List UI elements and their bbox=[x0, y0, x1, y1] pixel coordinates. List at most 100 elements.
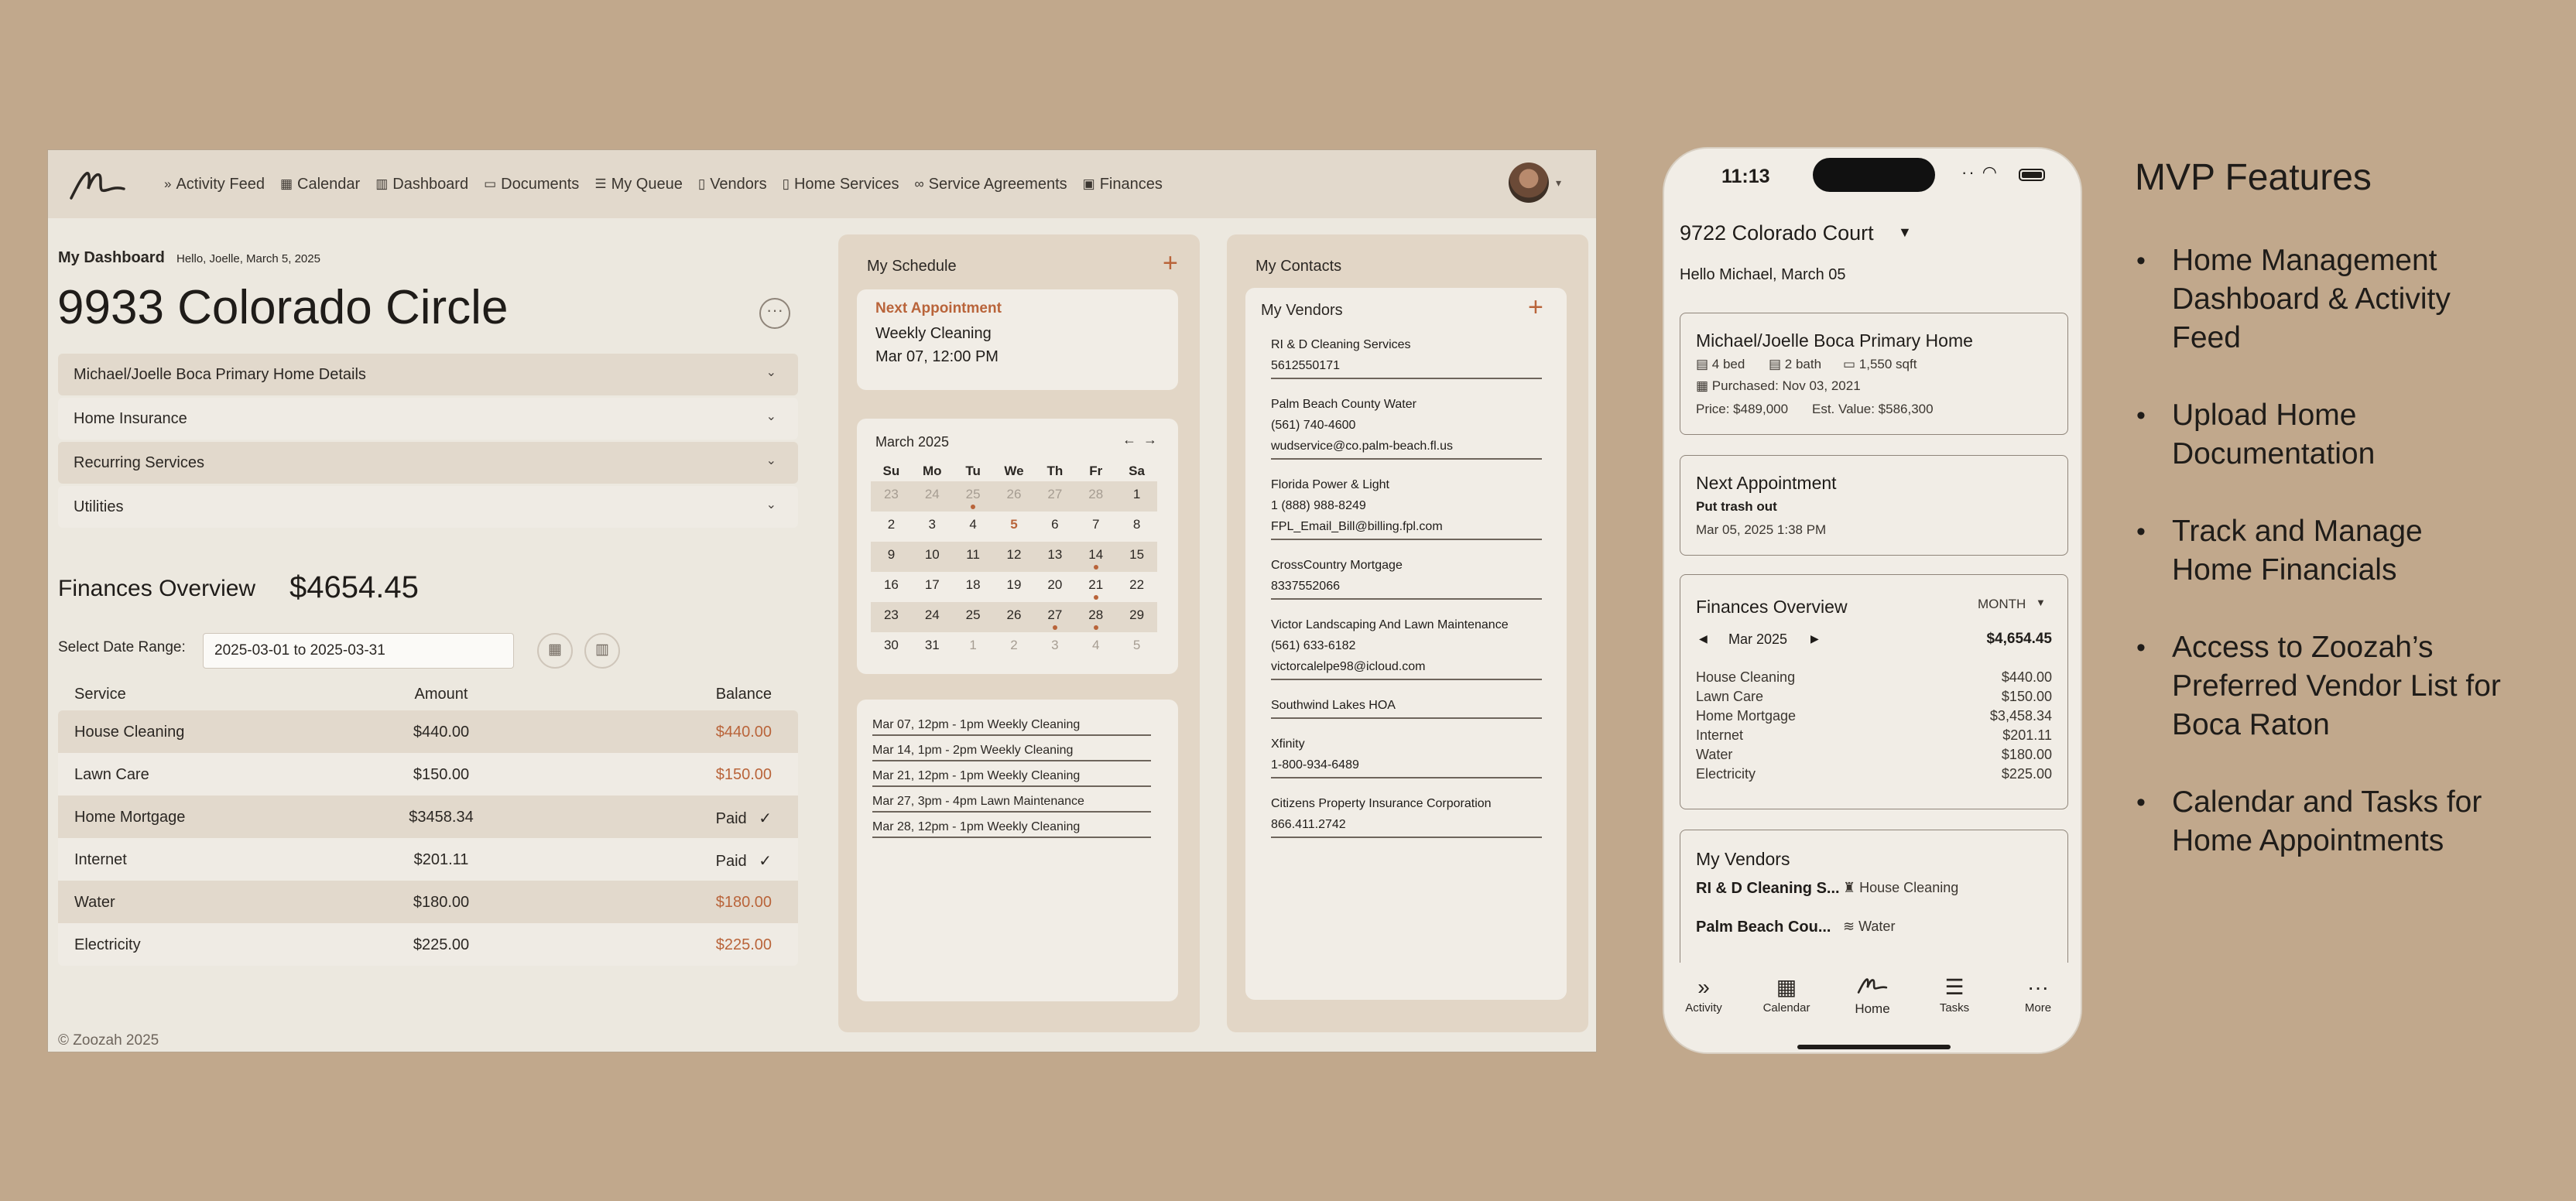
calendar-day[interactable]: 23 bbox=[871, 481, 912, 512]
calendar-day[interactable]: 27 bbox=[1034, 481, 1076, 512]
home-selector[interactable]: 9722 Colorado Court bbox=[1680, 221, 1874, 245]
home-summary-card[interactable]: Michael/Joelle Boca Primary Home ▤ 4 bed… bbox=[1680, 313, 2068, 435]
vendor-contact[interactable]: RI & D Cleaning Services 5612550171 bbox=[1271, 334, 1542, 379]
nav-finances[interactable]: ▣ Finances bbox=[1083, 176, 1163, 193]
vendor-contact[interactable]: Xfinity 1-800-934-6489 bbox=[1271, 734, 1542, 778]
calendar-day[interactable]: 24 bbox=[911, 602, 953, 632]
calendar-day[interactable]: 10 bbox=[911, 542, 953, 572]
nav-home-services[interactable]: ▯ Home Services bbox=[783, 176, 899, 193]
vendor-contact[interactable]: Southwind Lakes HOA bbox=[1271, 695, 1542, 719]
calendar-day[interactable]: 26 bbox=[993, 481, 1035, 512]
prev-month-icon[interactable]: ◀ bbox=[1699, 632, 1708, 645]
table-row[interactable]: Lawn Care $150.00 $150.00 bbox=[58, 753, 798, 796]
calendar-day[interactable]: 2 bbox=[994, 632, 1035, 662]
next-month-arrow-icon[interactable]: → bbox=[1143, 432, 1157, 448]
calendar-day[interactable]: 25 bbox=[952, 481, 994, 512]
nav-my-queue[interactable]: ☰ My Queue bbox=[594, 176, 683, 193]
calendar-day[interactable]: 21 bbox=[1075, 572, 1116, 602]
tab-activity[interactable]: » Activity bbox=[1669, 973, 1738, 1015]
vendor-contact[interactable]: Citizens Property Insurance Corporation 8… bbox=[1271, 793, 1542, 838]
calendar-day[interactable]: 3 bbox=[1034, 632, 1075, 662]
table-row[interactable]: Home Mortgage $3458.34 Paid ✓ bbox=[58, 796, 798, 838]
calendar-day[interactable]: 18 bbox=[953, 572, 994, 602]
calendar-day[interactable]: 3 bbox=[912, 512, 953, 542]
calendar-day[interactable]: 14 bbox=[1075, 542, 1117, 572]
calendar-day[interactable]: 17 bbox=[912, 572, 953, 602]
next-month-icon[interactable]: ▶ bbox=[1810, 632, 1819, 645]
vendor-contact[interactable]: Victor Landscaping And Lawn Maintenance (… bbox=[1271, 614, 1542, 680]
calendar-day[interactable]: 12 bbox=[993, 542, 1035, 572]
caret-down-icon[interactable]: ▾ bbox=[1556, 176, 1561, 190]
nav-documents[interactable]: ▭ Documents bbox=[484, 176, 579, 193]
calendar-day[interactable]: 29 bbox=[1116, 602, 1157, 632]
calendar-day[interactable]: 25 bbox=[952, 602, 994, 632]
nav-activity-feed[interactable]: » Activity Feed bbox=[164, 176, 265, 193]
calendar-day[interactable]: 27 bbox=[1034, 602, 1076, 632]
list-item[interactable]: Mar 07, 12pm - 1pm Weekly Cleaning bbox=[872, 718, 1151, 736]
grid-view-button[interactable]: ▦ bbox=[537, 633, 573, 669]
calendar-day[interactable]: 4 bbox=[1075, 632, 1116, 662]
vendor-contact[interactable]: Florida Power & Light 1 (888) 988-8249 FPL… bbox=[1271, 474, 1542, 540]
tab-calendar[interactable]: ▦ Calendar bbox=[1752, 973, 1821, 1015]
calendar-day[interactable]: 11 bbox=[952, 542, 994, 572]
user-avatar[interactable] bbox=[1509, 163, 1549, 203]
calendar-day[interactable]: 7 bbox=[1075, 512, 1116, 542]
vendor-contact[interactable]: Palm Beach County Water (561) 740-4600 wud… bbox=[1271, 394, 1542, 460]
calendar-day[interactable]: 5 bbox=[994, 512, 1035, 542]
list-item[interactable]: Mar 21, 12pm - 1pm Weekly Cleaning bbox=[872, 769, 1151, 787]
nav-dashboard[interactable]: ▥ Dashboard bbox=[375, 176, 468, 193]
prev-month-arrow-icon[interactable]: ← bbox=[1122, 432, 1136, 448]
calendar-day[interactable]: 20 bbox=[1034, 572, 1075, 602]
calendar-day[interactable]: 28 bbox=[1075, 481, 1117, 512]
add-appointment-button[interactable]: + bbox=[1163, 248, 1178, 279]
accordion-home-details[interactable]: Michael/Joelle Boca Primary Home Details… bbox=[58, 354, 798, 395]
vendor-name[interactable]: Palm Beach Cou... bbox=[1696, 919, 1831, 936]
vendor-name[interactable]: RI & D Cleaning S... bbox=[1696, 880, 1840, 898]
calendar-day[interactable]: 16 bbox=[871, 572, 912, 602]
calendar-day[interactable]: 15 bbox=[1116, 542, 1157, 572]
nav-calendar[interactable]: ▦ Calendar bbox=[280, 176, 360, 193]
zoozah-logo[interactable] bbox=[68, 163, 127, 206]
calendar-day[interactable]: 6 bbox=[1034, 512, 1075, 542]
calendar-day[interactable]: 13 bbox=[1034, 542, 1076, 572]
nav-service-agreements[interactable]: ∞ Service Agreements bbox=[915, 176, 1067, 193]
list-item[interactable]: Mar 14, 1pm - 2pm Weekly Cleaning bbox=[872, 744, 1151, 761]
tab-tasks[interactable]: ☰ Tasks bbox=[1920, 973, 1989, 1015]
accordion-utilities[interactable]: Utilities ⌄ bbox=[58, 486, 798, 528]
calendar-day[interactable]: 30 bbox=[871, 632, 912, 662]
calendar-day[interactable]: 28 bbox=[1075, 602, 1117, 632]
vendor-contact[interactable]: CrossCountry Mortgage 8337552066 bbox=[1271, 555, 1542, 600]
caret-down-icon[interactable]: ▼ bbox=[1898, 224, 1912, 241]
add-vendor-button[interactable]: + bbox=[1528, 293, 1543, 323]
list-item[interactable]: Mar 27, 3pm - 4pm Lawn Maintenance bbox=[872, 795, 1151, 813]
period-select[interactable]: MONTH bbox=[1978, 597, 2026, 612]
date-range-input[interactable]: 2025-03-01 to 2025-03-31 bbox=[203, 633, 514, 669]
calendar-day[interactable]: 22 bbox=[1116, 572, 1157, 602]
calendar-day[interactable]: 9 bbox=[871, 542, 912, 572]
calendar-day[interactable]: 4 bbox=[953, 512, 994, 542]
next-appointment-card[interactable]: Next Appointment Weekly Cleaning Mar 07,… bbox=[857, 289, 1178, 390]
table-row[interactable]: Internet $201.11 Paid ✓ bbox=[58, 838, 798, 881]
more-options-button[interactable]: ··· bbox=[759, 298, 790, 329]
calendar-day[interactable]: 19 bbox=[994, 572, 1035, 602]
tab-more[interactable]: ··· More bbox=[2003, 973, 2073, 1015]
calendar-day[interactable]: 1 bbox=[1116, 481, 1157, 512]
calendar-day[interactable]: 26 bbox=[993, 602, 1035, 632]
accordion-home-insurance[interactable]: Home Insurance ⌄ bbox=[58, 398, 798, 440]
caret-down-icon[interactable]: ▼ bbox=[2036, 597, 2046, 608]
calendar-day[interactable]: 8 bbox=[1116, 512, 1157, 542]
calendar-day[interactable]: 24 bbox=[911, 481, 953, 512]
calendar-day[interactable]: 1 bbox=[953, 632, 994, 662]
table-row[interactable]: Electricity $225.00 $225.00 bbox=[58, 923, 798, 966]
calendar-day[interactable]: 2 bbox=[871, 512, 912, 542]
list-item[interactable]: Mar 28, 12pm - 1pm Weekly Cleaning bbox=[872, 820, 1151, 838]
calendar-day[interactable]: 23 bbox=[871, 602, 912, 632]
chart-view-button[interactable]: ▥ bbox=[584, 633, 620, 669]
table-row[interactable]: House Cleaning $440.00 $440.00 bbox=[58, 710, 798, 753]
calendar-day[interactable]: 31 bbox=[912, 632, 953, 662]
calendar-day[interactable]: 5 bbox=[1116, 632, 1157, 662]
tab-home[interactable]: Home bbox=[1838, 973, 1907, 1017]
nav-vendors[interactable]: ▯ Vendors bbox=[698, 176, 767, 193]
next-appointment-card[interactable]: Next Appointment Put trash out Mar 05, 2… bbox=[1680, 455, 2068, 556]
accordion-recurring-services[interactable]: Recurring Services ⌄ bbox=[58, 442, 798, 484]
